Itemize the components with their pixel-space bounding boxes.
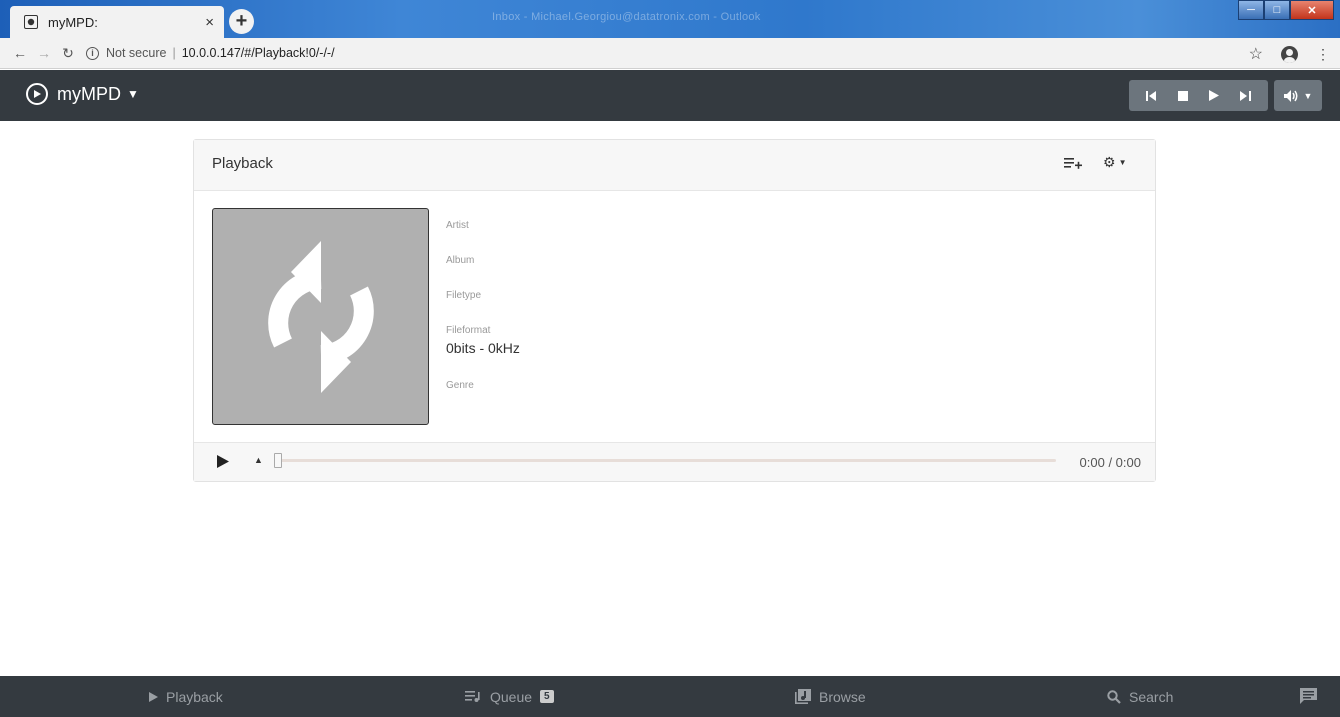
minimize-button[interactable]: ─	[1238, 0, 1264, 20]
reload-icon[interactable]: ↻	[56, 45, 80, 62]
favicon-icon	[24, 15, 38, 29]
caret-down-icon: ▼	[1118, 158, 1127, 167]
star-icon[interactable]: ☆	[1249, 44, 1263, 64]
refresh-icon	[267, 240, 374, 393]
brand-label: myMPD	[57, 83, 121, 104]
add-to-queue-icon[interactable]	[1064, 156, 1082, 172]
progress-slider-handle[interactable]	[274, 453, 282, 468]
card-title: Playback	[212, 155, 273, 172]
caret-down-icon: ▼	[127, 87, 139, 101]
stop-button[interactable]	[1177, 90, 1188, 101]
nav-browse[interactable]: Browse	[795, 676, 866, 717]
caret-up-icon[interactable]: ▲	[254, 455, 263, 465]
track-metadata: Artist Album Filetype Fileformat 0bits -…	[446, 220, 520, 415]
window-close-button[interactable]: ✕	[1290, 0, 1334, 20]
play-circle-icon	[26, 83, 48, 105]
play-button[interactable]	[1209, 90, 1220, 101]
settings-menu-button[interactable]: ⚙ ▼	[1103, 154, 1126, 171]
fileformat-label: Fileformat	[446, 325, 491, 336]
play-icon[interactable]	[217, 455, 229, 473]
chat-icon[interactable]	[1300, 688, 1317, 709]
queue-icon	[465, 691, 480, 702]
url-separator: |	[172, 46, 176, 60]
nav-queue-label: Queue	[490, 688, 533, 705]
fileformat-group: Fileformat 0bits - 0kHz	[446, 325, 520, 356]
address-bar: ← → ↻ i Not secure | 10.0.0.147/#/Playba…	[0, 38, 1340, 69]
elapsed-time: 0:00 / 0:00	[1079, 455, 1141, 470]
library-icon	[795, 689, 811, 704]
bottom-navbar: Playback Queue 5 Browse Search	[0, 676, 1340, 717]
browser-tabstrip: Inbox - Michael.Georgiou@datatronix.com …	[0, 0, 1340, 38]
fileformat-value: 0bits - 0kHz	[446, 340, 520, 356]
nav-search-label: Search	[1129, 688, 1174, 705]
not-secure-label: Not secure	[106, 46, 167, 60]
url-field[interactable]: i Not secure | 10.0.0.147/#/Playback!0/-…	[86, 46, 335, 60]
account-icon[interactable]	[1281, 45, 1298, 63]
gear-icon: ⚙	[1103, 154, 1116, 170]
back-arrow-icon[interactable]: ←	[8, 45, 32, 61]
previous-track-button[interactable]	[1145, 90, 1157, 101]
tab-title: myMPD:	[48, 14, 98, 30]
background-window-title: Inbox - Michael.Georgiou@datatronix.com …	[492, 11, 761, 23]
nav-search[interactable]: Search	[1107, 676, 1173, 717]
queue-count-badge: 5	[540, 690, 554, 703]
progress-bar[interactable]	[274, 453, 1056, 468]
new-tab-button[interactable]: +	[229, 9, 254, 34]
card-header: Playback ⚙ ▼	[194, 140, 1155, 191]
genre-label: Genre	[446, 380, 474, 391]
maximize-button[interactable]: □	[1264, 0, 1290, 20]
volume-icon	[1283, 89, 1298, 102]
browser-tab[interactable]: myMPD: ×	[10, 6, 224, 38]
app-navbar: myMPD ▼ ▼	[0, 70, 1340, 121]
playback-card: Playback ⚙ ▼ Artist Album Filetype Filef…	[193, 139, 1156, 482]
url-text[interactable]: 10.0.0.147/#/Playback!0/-/-/	[182, 46, 335, 60]
nav-playback[interactable]: Playback	[149, 676, 223, 717]
menu-dots-icon[interactable]: ⋮	[1316, 46, 1330, 63]
address-bar-actions: ☆ ⋮	[1249, 44, 1330, 64]
caret-down-icon: ▼	[1303, 90, 1313, 101]
play-icon	[149, 691, 158, 702]
volume-button[interactable]: ▼	[1274, 80, 1322, 111]
filetype-label: Filetype	[446, 290, 482, 301]
window-controls: ─ □ ✕	[1238, 0, 1334, 20]
nav-queue[interactable]: Queue 5	[465, 676, 554, 717]
search-icon	[1107, 689, 1121, 704]
forward-arrow-icon[interactable]: →	[32, 45, 56, 61]
album-cover	[212, 208, 429, 425]
nav-playback-label: Playback	[166, 688, 223, 705]
info-icon[interactable]: i	[86, 46, 99, 60]
nav-browse-label: Browse	[819, 688, 866, 705]
brand-menu[interactable]: myMPD ▼	[26, 83, 139, 105]
artist-label: Artist	[446, 220, 469, 231]
next-track-button[interactable]	[1240, 90, 1252, 101]
tab-close-icon[interactable]: ×	[205, 14, 214, 31]
album-label: Album	[446, 255, 475, 266]
playback-footer: ▲ 0:00 / 0:00	[194, 442, 1155, 481]
player-controls	[1129, 80, 1268, 111]
